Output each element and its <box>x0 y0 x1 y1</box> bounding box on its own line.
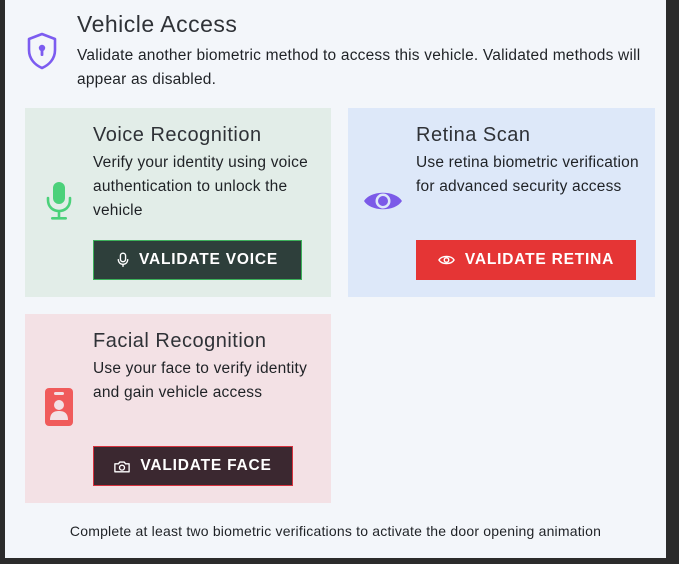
facial-recognition-card: Facial Recognition Use your face to veri… <box>25 314 331 503</box>
retina-scan-card: Retina Scan Use retina biometric verific… <box>348 108 655 297</box>
card-description: Use retina biometric verification for ad… <box>416 154 639 195</box>
page-subtitle: Validate another biometric method to acc… <box>77 47 641 88</box>
page-title: Vehicle Access <box>77 11 238 37</box>
shield-lock-icon <box>27 32 57 70</box>
validate-voice-button[interactable]: VALIDATE VOICE <box>93 240 302 280</box>
microphone-icon <box>46 182 72 220</box>
card-title: Voice Recognition <box>93 124 262 146</box>
voice-recognition-card: Voice Recognition Verify your identity u… <box>25 108 331 297</box>
camera-icon <box>114 460 131 472</box>
validate-retina-button[interactable]: VALIDATE RETINA <box>416 240 636 280</box>
card-title: Retina Scan <box>416 124 531 146</box>
vehicle-access-panel: Vehicle Access Validate another biometri… <box>5 0 666 558</box>
button-label: VALIDATE RETINA <box>464 251 615 268</box>
footer-hint: Complete at least two biometric verifica… <box>69 523 602 539</box>
card-description: Verify your identity using voice authent… <box>93 154 308 219</box>
validate-face-button[interactable]: VALIDATE FACE <box>93 446 293 486</box>
microphone-icon <box>117 252 129 267</box>
button-label: VALIDATE FACE <box>140 457 272 474</box>
card-description: Use your face to verify identity and gai… <box>93 360 308 401</box>
card-title: Facial Recognition <box>93 330 267 352</box>
eye-icon <box>438 255 455 265</box>
eye-icon <box>364 192 402 210</box>
button-label: VALIDATE VOICE <box>139 251 278 268</box>
id-badge-icon <box>45 388 73 426</box>
